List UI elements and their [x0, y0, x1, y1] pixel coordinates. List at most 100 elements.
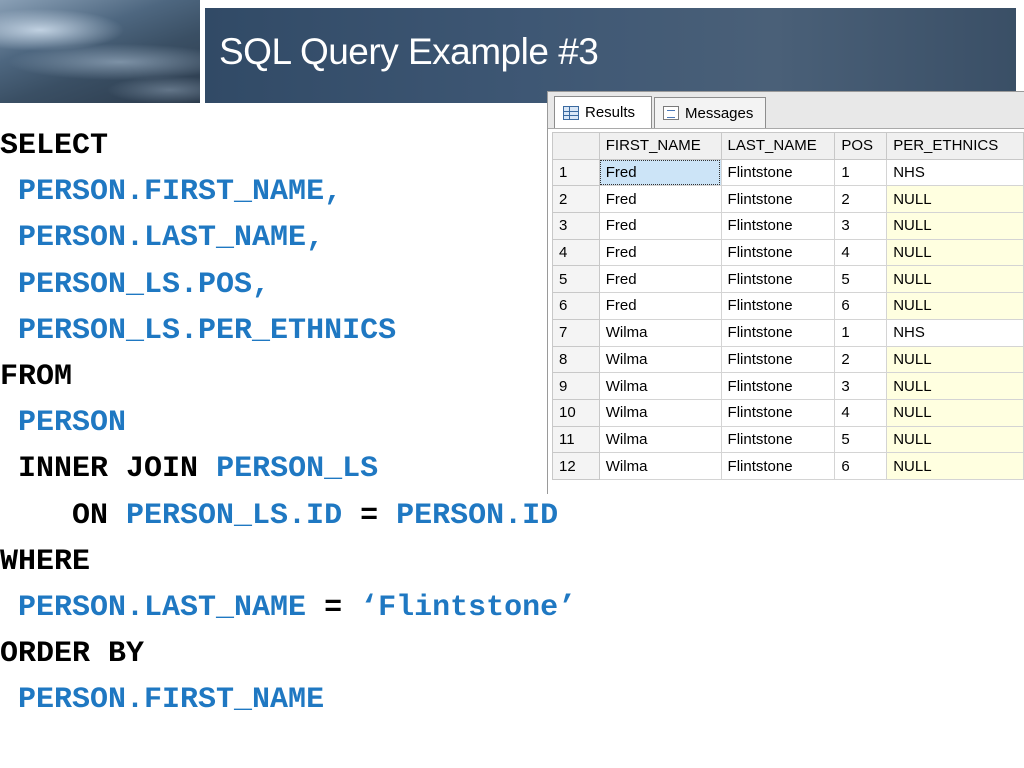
- code-line: WHERE: [0, 542, 90, 582]
- grid-cell[interactable]: 1: [834, 158, 888, 187]
- row-number-cell[interactable]: 2: [552, 185, 600, 214]
- table-row: 11 Wilma Flintstone 5 NULL: [552, 425, 1024, 454]
- grid-cell[interactable]: NHS: [886, 318, 1024, 347]
- grid-header-row: FIRST_NAME LAST_NAME POS PER_ETHNICS: [552, 132, 1024, 160]
- slide-title: SQL Query Example #3: [219, 31, 599, 72]
- grid-cell[interactable]: NHS: [886, 158, 1024, 187]
- table-row: 12 Wilma Flintstone 6 NULL: [552, 452, 1024, 480]
- grid-cell[interactable]: NULL: [886, 345, 1024, 374]
- tab-results[interactable]: Results: [554, 96, 652, 128]
- code-line: PERSON.FIRST_NAME: [0, 680, 324, 720]
- row-number-cell[interactable]: 1: [552, 158, 600, 187]
- grid-cell[interactable]: 4: [834, 238, 888, 267]
- table-row: 7 Wilma Flintstone 1 NHS: [552, 318, 1024, 347]
- row-number-cell[interactable]: 4: [552, 238, 600, 267]
- grid-cell[interactable]: NULL: [886, 212, 1024, 240]
- row-number-cell[interactable]: 6: [552, 292, 600, 320]
- tab-messages[interactable]: Messages: [654, 97, 766, 128]
- grid-cell[interactable]: NULL: [886, 265, 1024, 294]
- grid-cell[interactable]: Fred: [598, 185, 722, 214]
- grid-cell[interactable]: Fred: [598, 265, 722, 294]
- grid-cell[interactable]: Wilma: [598, 372, 722, 400]
- row-number-cell[interactable]: 11: [552, 425, 600, 454]
- code-line: PERSON: [0, 403, 126, 443]
- table-row: 9 Wilma Flintstone 3 NULL: [552, 372, 1024, 400]
- column-header[interactable]: FIRST_NAME: [598, 132, 722, 160]
- code-line: SELECT: [0, 126, 108, 166]
- row-number-cell[interactable]: 12: [552, 452, 600, 480]
- grid-cell[interactable]: Flintstone: [720, 452, 836, 480]
- grid-cell[interactable]: Fred: [598, 292, 722, 320]
- grid-cell[interactable]: Flintstone: [720, 318, 836, 347]
- grid-cell[interactable]: Wilma: [598, 318, 722, 347]
- table-row: 4 Fred Flintstone 4 NULL: [552, 238, 1024, 267]
- sql-identifier: PERSON: [18, 406, 127, 441]
- row-number-cell[interactable]: 10: [552, 398, 600, 427]
- grid-cell[interactable]: Flintstone: [720, 185, 836, 214]
- column-header[interactable]: PER_ETHNICS: [886, 132, 1024, 160]
- row-number-cell[interactable]: 8: [552, 345, 600, 374]
- row-number-cell[interactable]: 5: [552, 265, 600, 294]
- grid-cell[interactable]: 3: [834, 212, 888, 240]
- sql-keyword: =: [306, 591, 361, 625]
- corner-decorative-image: [0, 0, 200, 103]
- row-number-cell[interactable]: 7: [552, 318, 600, 347]
- grid-cell[interactable]: Flintstone: [720, 345, 836, 374]
- grid-cell[interactable]: Fred: [598, 238, 722, 267]
- row-number-header[interactable]: [552, 132, 600, 160]
- grid-cell[interactable]: 6: [834, 292, 888, 320]
- tab-messages-label: Messages: [685, 104, 754, 122]
- grid-cell[interactable]: NULL: [886, 372, 1024, 400]
- sql-identifier: PERSON_LS: [216, 452, 379, 487]
- row-number-cell[interactable]: 3: [552, 212, 600, 240]
- code-line: PERSON.LAST_NAME = ‘Flintstone’: [0, 588, 576, 628]
- grid-cell[interactable]: NULL: [886, 425, 1024, 454]
- sql-keyword: FROM: [0, 360, 73, 394]
- grid-cell[interactable]: 5: [834, 265, 888, 294]
- grid-cell[interactable]: Wilma: [598, 345, 722, 374]
- sql-keyword: WHERE: [0, 544, 91, 579]
- grid-cell[interactable]: NULL: [886, 398, 1024, 427]
- grid-cell[interactable]: Flintstone: [720, 425, 836, 454]
- grid-cell[interactable]: 2: [834, 185, 888, 214]
- sql-keyword: ON: [72, 498, 127, 533]
- sql-keyword: SELECT: [0, 129, 109, 163]
- grid-cell[interactable]: Flintstone: [720, 292, 836, 320]
- column-header[interactable]: LAST_NAME: [720, 132, 836, 160]
- grid-cell[interactable]: 1: [834, 318, 888, 347]
- grid-cell[interactable]: Flintstone: [720, 238, 836, 267]
- grid-cell[interactable]: Wilma: [598, 398, 722, 427]
- grid-cell[interactable]: Flintstone: [720, 158, 836, 187]
- grid-cell[interactable]: Fred: [598, 212, 722, 240]
- messages-icon: [663, 106, 679, 120]
- grid-cell[interactable]: NULL: [886, 292, 1024, 320]
- grid-cell[interactable]: Flintstone: [720, 398, 836, 427]
- row-number-cell[interactable]: 9: [552, 372, 600, 400]
- grid-cell[interactable]: NULL: [886, 185, 1024, 214]
- sql-identifier: PERSON.LAST_NAME: [18, 591, 307, 625]
- grid-cell[interactable]: NULL: [886, 452, 1024, 480]
- column-header[interactable]: POS: [834, 132, 888, 160]
- grid-cell[interactable]: Fred: [598, 158, 722, 187]
- grid-cell[interactable]: 4: [834, 398, 888, 427]
- grid-cell[interactable]: Flintstone: [720, 212, 836, 240]
- query-results-window: Results Messages FIRST_NAME LAST_NAME POS P…: [547, 91, 1024, 494]
- grid-cell[interactable]: 3: [834, 372, 888, 400]
- grid-cell[interactable]: NULL: [886, 238, 1024, 267]
- grid-cell[interactable]: Flintstone: [720, 265, 836, 294]
- grid-cell[interactable]: 2: [834, 345, 888, 374]
- grid-cell[interactable]: 5: [834, 425, 888, 454]
- sql-keyword: =: [342, 498, 397, 533]
- sql-keyword: ORDER BY: [0, 637, 145, 672]
- grid-cell[interactable]: Wilma: [598, 425, 722, 454]
- grid-cell[interactable]: Flintstone: [720, 372, 836, 400]
- sql-identifier: PERSON.ID: [396, 498, 559, 533]
- grid-cell[interactable]: 6: [834, 452, 888, 480]
- grid-cell[interactable]: Wilma: [598, 452, 722, 480]
- code-line: PERSON_LS.POS,: [0, 265, 270, 305]
